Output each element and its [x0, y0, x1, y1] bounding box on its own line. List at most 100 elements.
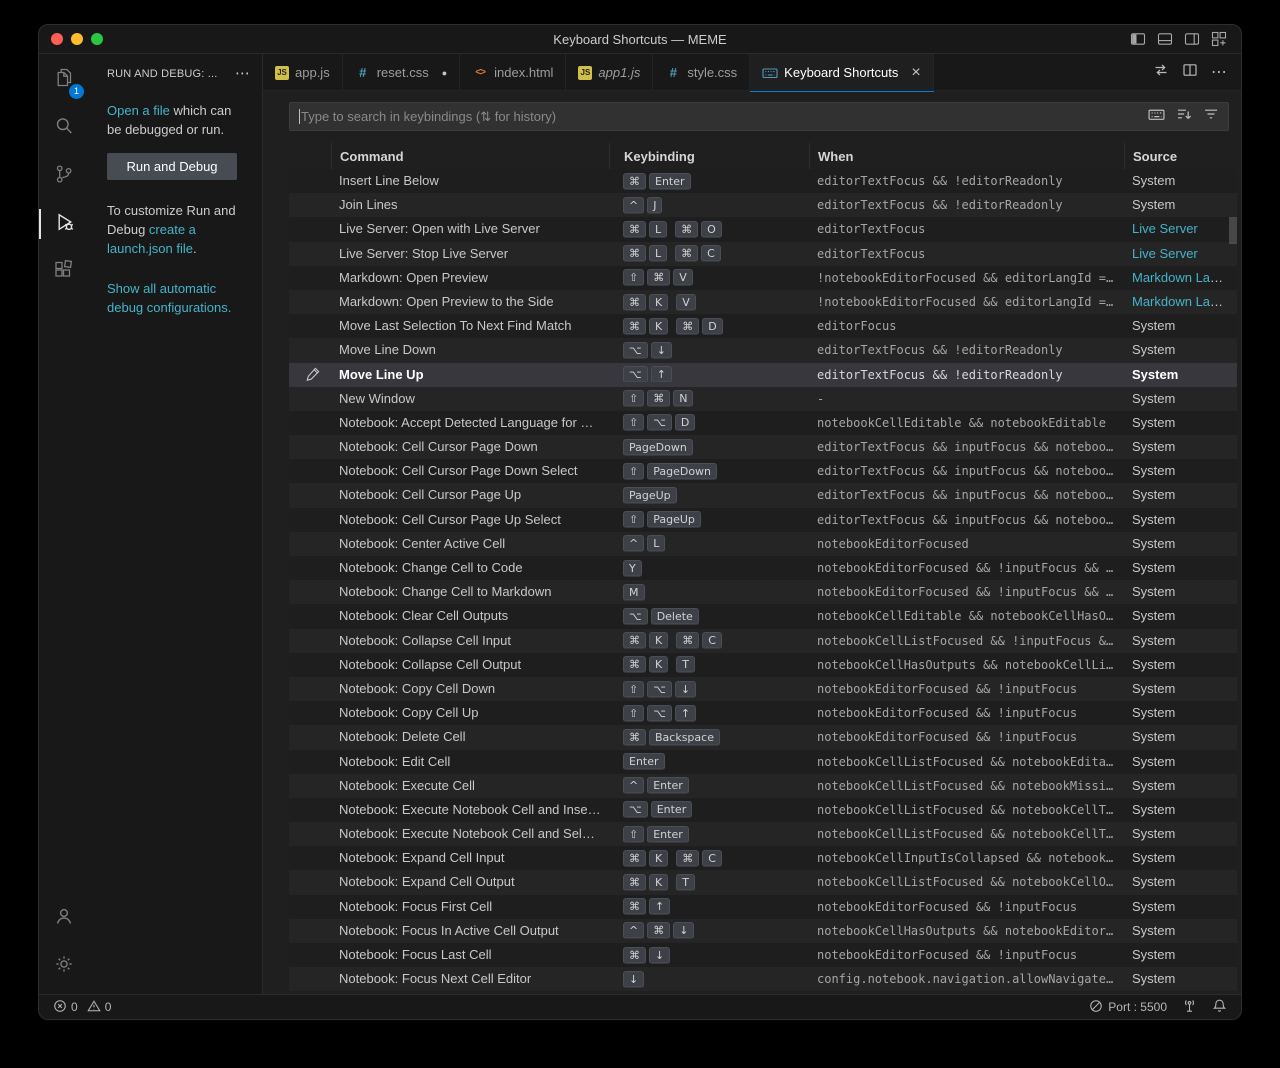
table-row[interactable]: Notebook: Center Active Cell ^ LnotebookEd…: [289, 531, 1237, 556]
source-cell: System: [1124, 895, 1237, 919]
sort-by-precedence-icon[interactable]: [1176, 106, 1192, 127]
table-row[interactable]: Move Line Down ⌥ ↓ editorTextFocus && !edit…: [289, 338, 1237, 363]
table-row[interactable]: Notebook: Edit Cell Enter notebookCellList…: [289, 749, 1237, 774]
minimize-window-button[interactable]: [71, 33, 83, 45]
keycap: PageDown: [647, 462, 718, 480]
activity-item-run-and-debug[interactable]: [39, 200, 89, 248]
table-row[interactable]: Notebook: Cell Cursor Page Down PageDown e…: [289, 435, 1237, 460]
table-row[interactable]: Notebook: Copy Cell Up ⇧ ⌥ ↑ notebookEditorF…: [289, 701, 1237, 726]
command-cell: Move Line Up: [339, 366, 424, 382]
keybindings-search-box[interactable]: [289, 102, 1229, 131]
table-row[interactable]: Notebook: Expand Cell Input ⌘ K ⌘ CnotebookC…: [289, 846, 1237, 871]
command-cell: Notebook: Cell Cursor Page Down Select: [339, 463, 578, 479]
table-row[interactable]: Insert Line Below ⌘ Enter editorTextFocus &…: [289, 169, 1237, 194]
keybinding-cell: ⌘ K T: [609, 870, 809, 894]
key-chord: ⌥ ↓: [623, 341, 672, 359]
activity-item-extensions[interactable]: [39, 248, 89, 296]
filter-icon[interactable]: [1203, 106, 1219, 127]
tab-reset-css[interactable]: # reset.css ●: [342, 54, 461, 91]
source-cell: System: [1124, 967, 1237, 991]
scrollbar-thumb[interactable]: [1229, 217, 1237, 244]
source-extension-link[interactable]: Markdown Language Features: [1132, 270, 1237, 285]
toggle-panel-icon[interactable]: [1157, 31, 1173, 47]
activity-item-accounts[interactable]: [39, 894, 89, 942]
table-row[interactable]: Notebook: Copy Cell Down ⇧ ⌥ ↓ notebookEdito…: [289, 676, 1237, 702]
key-chord: ⇧ Enter: [623, 825, 689, 843]
more-actions-icon[interactable]: ⋯: [235, 66, 250, 81]
activity-item-source-control[interactable]: [39, 152, 89, 200]
table-row[interactable]: Notebook: Cell Cursor Page Up Select ⇧ Pag…: [289, 507, 1237, 532]
table-row[interactable]: Notebook: Cell Cursor Page Up PageUp edito…: [289, 483, 1237, 508]
tab-keyboard-shortcuts[interactable]: Keyboard Shortcuts ×: [750, 54, 934, 91]
table-row[interactable]: Notebook: Focus Last Cell ⌘ ↓ notebookEdito…: [289, 943, 1237, 968]
key-chord: ⇧ ⌥ ↑: [623, 704, 697, 722]
editor-more-actions-icon[interactable]: ⋯: [1211, 64, 1227, 80]
table-row[interactable]: Notebook: Execute Notebook Cell and Inse…: [289, 797, 1237, 823]
command-cell: Notebook: Cell Cursor Page Down: [339, 439, 538, 455]
table-row[interactable]: Notebook: Collapse Cell Output ⌘ K Tnoteboo…: [289, 652, 1237, 677]
edit-keybinding-icon[interactable]: [306, 366, 321, 384]
source-extension-link[interactable]: Live Server: [1132, 246, 1198, 261]
broadcast-icon[interactable]: [1182, 998, 1197, 1016]
table-row[interactable]: Notebook: Collapse Cell Input ⌘ K ⌘ Cnoteboo…: [289, 628, 1237, 653]
toggle-primary-sidebar-icon[interactable]: [1130, 31, 1146, 47]
table-row[interactable]: Notebook: Change Cell to Markdown Mnotebo…: [289, 580, 1237, 605]
table-row[interactable]: Move Line Up ⌥ ↑ editorTextFocus && !editor…: [289, 362, 1237, 387]
table-row[interactable]: Notebook: Focus First Cell ⌘ ↑ notebookEdit…: [289, 894, 1237, 919]
table-row[interactable]: New Window ⇧ ⌘ N - System: [289, 386, 1237, 411]
problems-indicator[interactable]: 0 0: [53, 999, 111, 1016]
split-editor-icon[interactable]: [1182, 62, 1198, 83]
notifications-bell-icon[interactable]: [1212, 998, 1227, 1016]
table-row[interactable]: Notebook: Clear Cell Outputs ⌥ Delete noteb…: [289, 604, 1237, 629]
keycap: L: [649, 245, 668, 263]
table-row[interactable]: Live Server: Stop Live Server ⌘ L ⌘ CeditorT…: [289, 241, 1237, 266]
open-a-file-link[interactable]: Open a file: [107, 103, 170, 118]
run-and-debug-button[interactable]: Run and Debug: [107, 153, 237, 180]
activity-item-explorer[interactable]: 1: [39, 56, 89, 104]
toggle-secondary-sidebar-icon[interactable]: [1184, 31, 1200, 47]
close-icon[interactable]: ×: [911, 64, 920, 80]
table-row[interactable]: Markdown: Open Preview ⇧ ⌘ V !notebookEditor…: [289, 265, 1237, 290]
record-keys-icon[interactable]: [1148, 106, 1165, 128]
keycap: C: [701, 245, 721, 263]
tab-index-html[interactable]: <> index.html: [460, 54, 567, 91]
key-chord: T: [676, 656, 695, 674]
show-debug-configurations-link[interactable]: Show all automatic debug configurations.: [107, 281, 231, 315]
keybindings-search-input[interactable]: [300, 109, 1140, 124]
tab-style-css[interactable]: # style.css: [653, 54, 751, 91]
customize-layout-icon[interactable]: [1211, 31, 1227, 47]
table-row[interactable]: Notebook: Focus In Active Cell Output ^ ⌘ ↓…: [289, 918, 1237, 943]
source-extension-link[interactable]: Live Server: [1132, 221, 1198, 236]
table-row[interactable]: Move Last Selection To Next Find Match ⌘ K…: [289, 314, 1237, 339]
tab-app1-js[interactable]: JS app1.js: [566, 54, 654, 91]
open-changes-icon[interactable]: [1153, 62, 1169, 83]
table-row[interactable]: Notebook: Focus Next Cell Editor ↓ config.…: [289, 967, 1237, 992]
close-window-button[interactable]: [51, 33, 63, 45]
when-cell: editorTextFocus && !editorReadonly: [817, 174, 1063, 188]
table-row[interactable]: Join Lines ^ JeditorTextFocus && !editorRe…: [289, 193, 1237, 218]
live-server-port[interactable]: Port : 5500: [1089, 999, 1167, 1016]
html-icon: <>: [475, 67, 486, 78]
when-cell: notebookCellListFocused && notebookCellT…: [817, 827, 1124, 842]
table-row[interactable]: Notebook: Execute Notebook Cell and Sele…: [289, 822, 1237, 847]
keycap: J: [647, 196, 663, 214]
table-row[interactable]: Markdown: Open Preview to the Side ⌘ K V !no…: [289, 289, 1237, 315]
titlebar: Keyboard Shortcuts — MEME: [39, 25, 1241, 54]
table-row[interactable]: Live Server: Open with Live Server ⌘ L ⌘ Oed…: [289, 217, 1237, 242]
keybinding-cell: ⌘ K ⌘ C: [609, 629, 809, 653]
activity-item-search[interactable]: [39, 104, 89, 152]
table-row[interactable]: Notebook: Change Cell to Code YnotebookEd…: [289, 556, 1237, 581]
zoom-window-button[interactable]: [91, 33, 103, 45]
command-cell: Notebook: Execute Notebook Cell and Sele…: [339, 826, 609, 842]
table-row[interactable]: Notebook: Execute Cell ^ Enter notebookCell…: [289, 773, 1237, 798]
table-row[interactable]: Notebook: Cell Cursor Page Down Select ⇧ P…: [289, 459, 1237, 484]
warning-icon: [86, 999, 101, 1016]
table-row[interactable]: Notebook: Expand Cell Output ⌘ K TnotebookC…: [289, 870, 1237, 895]
row-actions: [289, 653, 331, 677]
activity-item-settings[interactable]: [39, 942, 89, 990]
source-extension-link[interactable]: Markdown Language Features: [1132, 294, 1237, 309]
table-row[interactable]: Notebook: Delete Cell ⌘ Backspace notebookE…: [289, 725, 1237, 750]
tab-app-js[interactable]: JS app.js: [263, 54, 343, 91]
keycap: K: [649, 656, 669, 674]
table-row[interactable]: Notebook: Accept Detected Language for C…: [289, 410, 1237, 436]
